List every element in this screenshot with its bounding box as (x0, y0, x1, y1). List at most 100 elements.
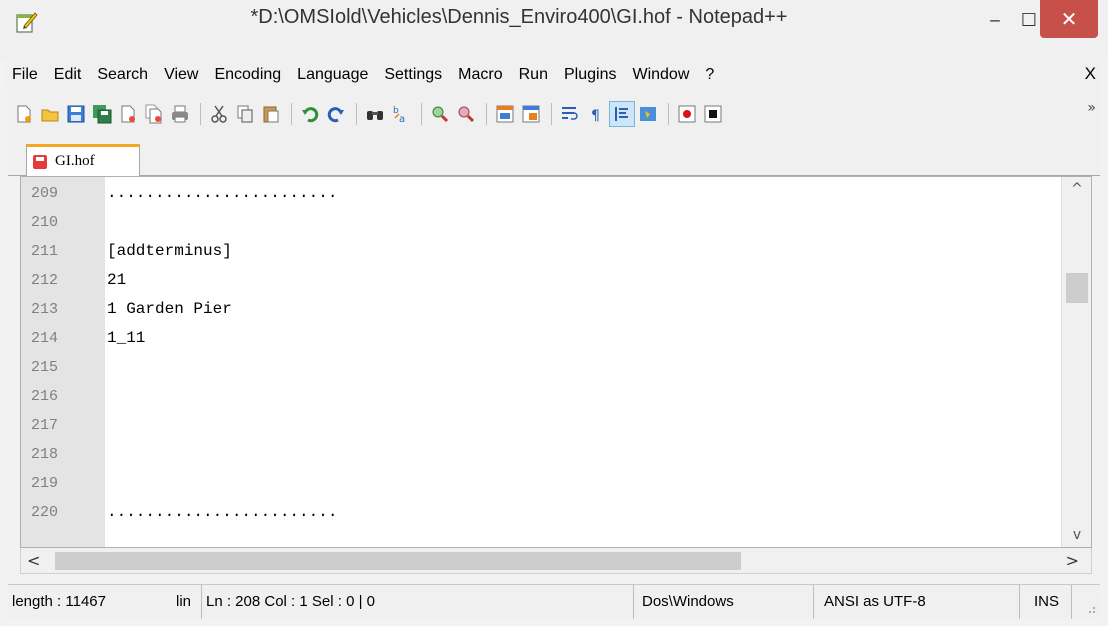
line-number: 218 (31, 446, 59, 463)
line-text[interactable]: ........................ (107, 179, 337, 208)
editor-line: 214 1_11 (21, 324, 1061, 353)
show-all-chars-icon[interactable]: ¶ (584, 102, 608, 126)
zoom-out-icon[interactable] (454, 102, 478, 126)
title-bar: *D:\OMSIold\Vehicles\Dennis_Enviro400\GI… (0, 0, 1108, 60)
copy-icon[interactable] (233, 102, 257, 126)
tab-gi-hof[interactable]: GI.hof (26, 144, 140, 176)
tab-label: GI.hof (55, 153, 95, 169)
text-editor[interactable]: 209........................ 210 211 [addt… (20, 176, 1092, 548)
menu-run[interactable]: Run (511, 63, 556, 87)
sync-vertical-icon[interactable] (493, 102, 517, 126)
close-all-icon[interactable] (142, 102, 166, 126)
cut-icon[interactable] (207, 102, 231, 126)
menu-file[interactable]: File (6, 63, 46, 87)
line-number: 213 (31, 301, 59, 318)
toolbar-separator (668, 103, 669, 125)
status-mode: INS (1020, 585, 1072, 619)
scroll-down-icon[interactable]: v (1062, 527, 1092, 543)
save-all-icon[interactable] (90, 102, 114, 126)
sync-horizontal-icon[interactable] (519, 102, 543, 126)
editor-line: 212 21 (21, 266, 1061, 295)
status-position: Ln : 208 Col : 1 Sel : 0 | 0 (202, 585, 634, 619)
undo-icon[interactable] (298, 102, 322, 126)
toolbar-separator (200, 103, 201, 125)
replace-icon[interactable]: ba (389, 102, 413, 126)
line-text[interactable]: ........................ (107, 498, 337, 527)
menu-help[interactable]: ? (697, 63, 722, 87)
maximize-icon: ☐ (1020, 9, 1038, 31)
new-file-icon[interactable] (12, 102, 36, 126)
vertical-scroll-thumb[interactable] (1066, 273, 1088, 303)
editor-line: 217 (21, 411, 1061, 440)
record-macro-icon[interactable] (675, 102, 699, 126)
redo-icon[interactable] (324, 102, 348, 126)
paste-icon[interactable] (259, 102, 283, 126)
word-wrap-icon[interactable] (558, 102, 582, 126)
status-lines: lin (176, 585, 202, 619)
editor-line: 216 (21, 382, 1061, 411)
editor-line: 218 (21, 440, 1061, 469)
status-encoding: ANSI as UTF-8 (814, 585, 1020, 619)
menu-macro[interactable]: Macro (450, 63, 510, 87)
svg-text:a: a (399, 114, 405, 124)
line-number: 209 (31, 185, 59, 202)
save-icon[interactable] (64, 102, 88, 126)
minimize-button[interactable]: ‒ (978, 0, 1012, 40)
line-number: 219 (31, 475, 59, 492)
line-number: 217 (31, 417, 59, 434)
scroll-right-icon[interactable]: > (1066, 551, 1079, 570)
menu-bar: File Edit Search View Encoding Language … (6, 62, 1102, 88)
svg-text:¶: ¶ (591, 108, 600, 124)
line-text[interactable]: 1_11 (107, 324, 145, 353)
toolbar-separator (356, 103, 357, 125)
menu-search[interactable]: Search (89, 63, 156, 87)
editor-line: 209........................ (21, 179, 1061, 208)
stop-macro-icon[interactable] (701, 102, 725, 126)
menu-view[interactable]: View (156, 63, 206, 87)
line-number: 216 (31, 388, 59, 405)
close-document-button[interactable]: X (1085, 62, 1096, 86)
close-icon[interactable] (116, 102, 140, 126)
toolbar-separator (551, 103, 552, 125)
menu-settings[interactable]: Settings (376, 63, 450, 87)
status-length: length : 11467 (12, 593, 106, 610)
zoom-in-icon[interactable] (428, 102, 452, 126)
editor-line: 219 (21, 469, 1061, 498)
toolbar-separator (486, 103, 487, 125)
editor-line: 215 (21, 353, 1061, 382)
menu-window[interactable]: Window (624, 63, 697, 87)
menu-encoding[interactable]: Encoding (206, 63, 289, 87)
minimize-icon: ‒ (989, 9, 1001, 31)
find-icon[interactable] (363, 102, 387, 126)
menu-edit[interactable]: Edit (46, 63, 90, 87)
horizontal-scroll-thumb[interactable] (55, 552, 741, 570)
close-window-button[interactable]: ✕ (1040, 0, 1098, 38)
line-text[interactable]: 1 Garden Pier (107, 295, 232, 324)
menu-language[interactable]: Language (289, 63, 376, 87)
line-number: 210 (31, 214, 59, 231)
indent-guide-icon[interactable] (609, 101, 635, 127)
open-file-icon[interactable] (38, 102, 62, 126)
unsaved-file-icon (33, 154, 47, 169)
vertical-scrollbar[interactable]: ^ v (1061, 177, 1091, 547)
line-number: 211 (31, 243, 59, 260)
line-number: 215 (31, 359, 59, 376)
menu-plugins[interactable]: Plugins (556, 63, 624, 87)
user-language-icon[interactable] (636, 102, 660, 126)
line-text[interactable]: 21 (107, 266, 126, 295)
toolbar-overflow-icon[interactable]: » (1087, 100, 1096, 116)
scroll-up-icon[interactable]: ^ (1062, 181, 1092, 197)
status-bar: length : 11467 lin Ln : 208 Col : 1 Sel … (8, 584, 1100, 619)
print-icon[interactable] (168, 102, 192, 126)
line-number: 220 (31, 504, 59, 521)
editor-line: 210 (21, 208, 1061, 237)
line-text[interactable]: [addterminus] (107, 237, 232, 266)
scroll-left-icon[interactable]: < (27, 551, 40, 570)
toolbar-separator (421, 103, 422, 125)
resize-grip-icon[interactable] (1086, 604, 1096, 614)
editor-line: 211 [addterminus] (21, 237, 1061, 266)
tab-strip: GI.hof (8, 140, 1100, 176)
horizontal-scrollbar[interactable]: < > (20, 548, 1092, 574)
window-title: *D:\OMSIold\Vehicles\Dennis_Enviro400\GI… (250, 6, 788, 28)
close-icon: ✕ (1060, 7, 1078, 31)
